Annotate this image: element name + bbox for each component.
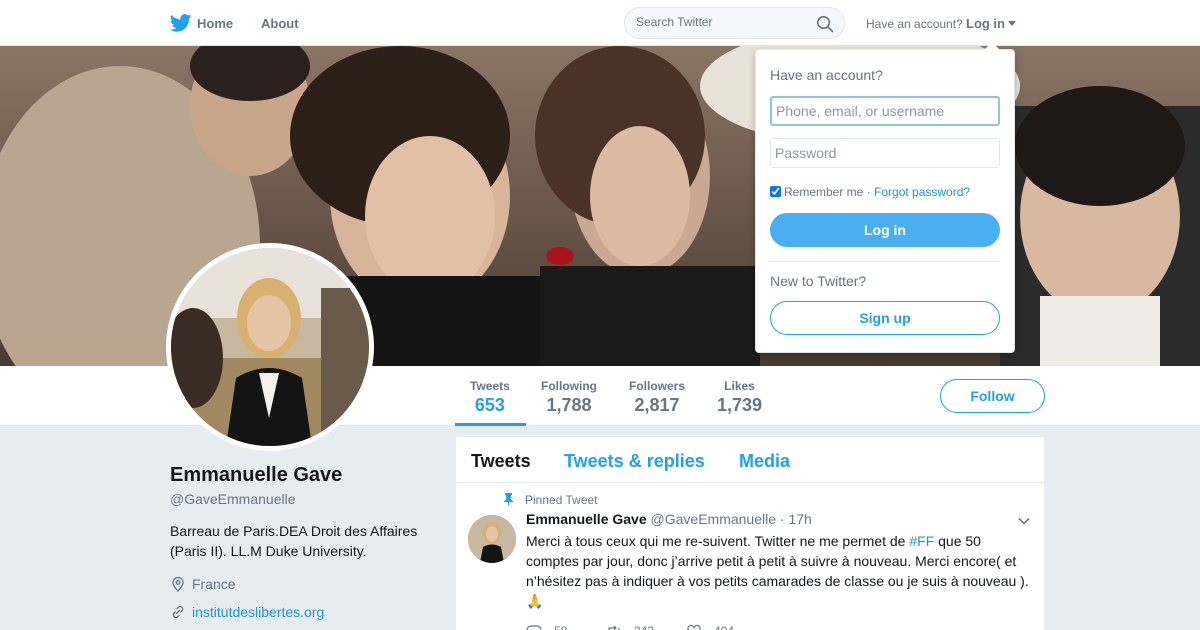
dropdown-divider: [770, 261, 1000, 262]
stat-value: 653: [474, 395, 505, 415]
caret-down-icon[interactable]: [1008, 21, 1016, 26]
search-icon[interactable]: [816, 15, 834, 33]
chevron-down-icon[interactable]: [1018, 517, 1030, 525]
stat-following[interactable]: Following 1,788: [541, 379, 597, 416]
signup-button[interactable]: Sign up: [770, 301, 1000, 335]
stat-label: Following: [541, 379, 597, 393]
reply-action[interactable]: 58: [526, 623, 567, 630]
dropdown-arrow: [984, 42, 1000, 50]
like-count: 404: [714, 624, 734, 630]
location-text: France: [192, 576, 236, 592]
timeline: Tweets Tweets & replies Media Pinned Twe…: [456, 437, 1044, 630]
hashtag-link[interactable]: #FF: [909, 533, 934, 549]
tweet-author-handle[interactable]: @GaveEmmanuelle: [651, 511, 777, 527]
location-pin-icon: [172, 576, 184, 592]
profile-avatar[interactable]: [166, 243, 374, 451]
tab-tweets[interactable]: Tweets: [471, 451, 531, 472]
profile-handle[interactable]: @GaveEmmanuelle: [170, 491, 296, 507]
pin-icon: [504, 493, 513, 505]
link-icon: [172, 605, 184, 619]
like-action[interactable]: 404: [686, 623, 734, 630]
tweet-timestamp[interactable]: · 17h: [780, 511, 812, 527]
stat-label: Tweets: [470, 379, 510, 393]
remember-row: Remember me · Forgot password?: [770, 185, 970, 199]
login-link[interactable]: Log in: [966, 16, 1005, 31]
stat-tweets[interactable]: Tweets 653: [470, 379, 510, 416]
password-input[interactable]: [770, 138, 1000, 168]
login-dropdown: Have an account? Remember me · Forgot pa…: [755, 42, 1015, 353]
twitter-bird-icon[interactable]: [170, 14, 192, 32]
retweet-count: 243: [634, 624, 654, 630]
stat-label: Followers: [629, 379, 686, 393]
tweet-author-name[interactable]: Emmanuelle Gave: [526, 511, 647, 527]
retweet-action[interactable]: 243: [606, 623, 654, 630]
stat-value: 2,817: [634, 395, 680, 415]
tweet-header: Emmanuelle Gave @GaveEmmanuelle · 17h: [526, 511, 812, 527]
remember-me-checkbox[interactable]: [770, 186, 781, 197]
stat-value: 1,739: [717, 395, 763, 415]
avatar-photo: [171, 248, 369, 446]
nav-about-link[interactable]: About: [261, 16, 299, 31]
reply-icon: [526, 625, 542, 630]
profile-name[interactable]: Emmanuelle Gave: [170, 464, 342, 487]
tweet-text: Merci à tous ceux qui me re-suivent. Twi…: [526, 531, 1034, 611]
profile-bio: Barreau de Paris.DEA Droit des Affaires …: [170, 523, 418, 559]
stat-followers[interactable]: Followers 2,817: [629, 379, 685, 416]
separator: ·: [863, 185, 875, 199]
active-stat-underline: [455, 423, 526, 426]
search-box: [624, 7, 845, 39]
stat-likes[interactable]: Likes 1,739: [717, 379, 762, 416]
have-account-label: Have an account?: [866, 17, 963, 31]
login-button[interactable]: Log in: [770, 213, 1000, 247]
reply-count: 58: [554, 624, 567, 630]
dropdown-title: Have an account?: [770, 67, 883, 83]
forgot-password-link[interactable]: Forgot password?: [874, 185, 970, 199]
nav-home-link[interactable]: Home: [197, 16, 233, 31]
follow-button[interactable]: Follow: [940, 379, 1045, 413]
pinned-label: Pinned Tweet: [525, 493, 598, 507]
heart-icon: [687, 624, 701, 630]
stat-value: 1,788: [546, 395, 592, 415]
top-nav: Home About Have an account? Log in: [0, 0, 1200, 46]
tab-media[interactable]: Media: [739, 451, 790, 472]
tweet-text-part: Merci à tous ceux qui me re-suivent. Twi…: [526, 533, 910, 549]
search-input[interactable]: [636, 15, 811, 29]
tweet-author-avatar[interactable]: [468, 515, 516, 563]
tab-tweets-replies[interactable]: Tweets & replies: [564, 451, 705, 472]
timeline-tabs: Tweets Tweets & replies Media: [456, 437, 1044, 483]
stat-label: Likes: [724, 379, 755, 393]
username-input[interactable]: [770, 96, 1000, 126]
new-to-twitter-label: New to Twitter?: [770, 273, 867, 289]
retweet-icon: [608, 625, 620, 630]
remember-me-label[interactable]: Remember me: [784, 185, 863, 199]
website-link[interactable]: institutdeslibertes.org: [192, 604, 324, 620]
